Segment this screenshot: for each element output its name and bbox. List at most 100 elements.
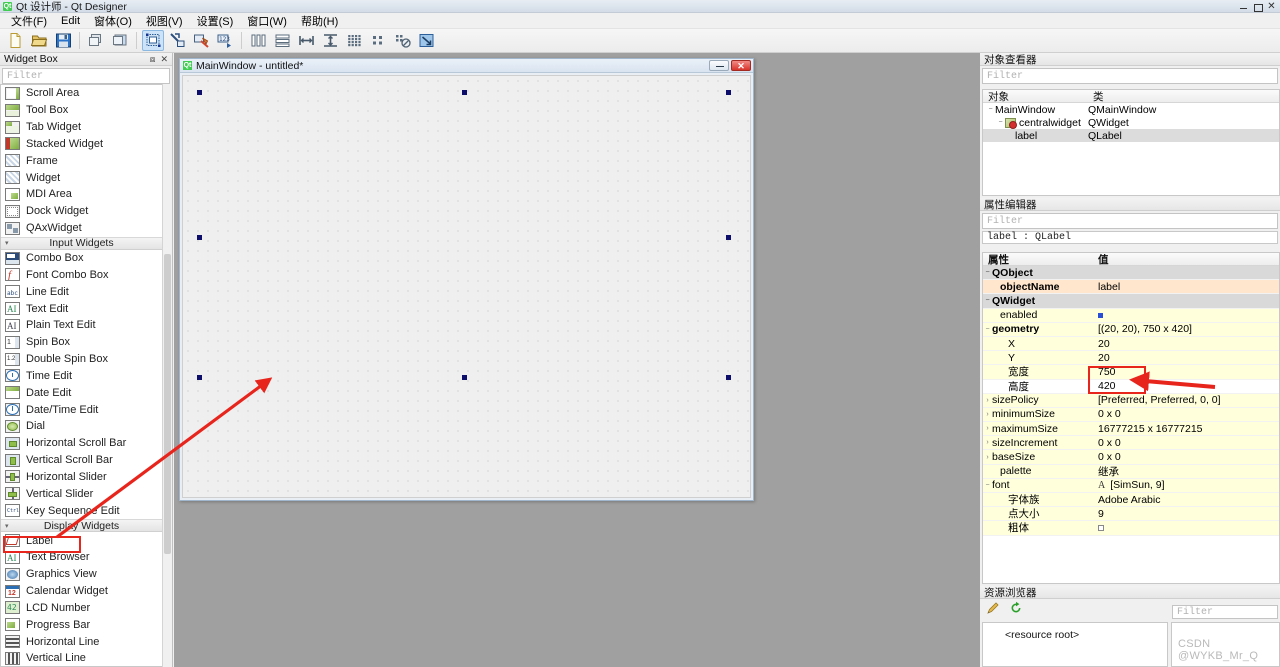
widget-box-item-text-browser[interactable]: AI Text Browser [1,549,162,566]
toolbar-button-edit-widgets[interactable] [142,30,164,51]
property-value-cell[interactable]: [Preferred, Preferred, 0, 0] [1093,394,1279,406]
widget-box-item-progress-bar[interactable]: Progress Bar [1,616,162,633]
widget-box-item-date-edit[interactable]: Date Edit [1,384,162,401]
reload-icon[interactable] [1009,601,1023,615]
property-row-baseSize[interactable]: › baseSize 0 x 0 [983,450,1279,465]
widget-box-item-text-edit[interactable]: AI Text Edit [1,300,162,317]
property-row-点大小[interactable]: 点大小 9 [983,507,1279,522]
tree-expander-icon[interactable]: − [983,297,992,304]
tree-expander-icon[interactable]: − [996,119,1005,126]
widget-box-item-stacked-widget[interactable]: Stacked Widget [1,136,162,153]
property-value-cell[interactable]: 20 [1093,352,1279,364]
window-close-button[interactable]: ✕ [1265,1,1278,12]
resource-browser-filter-input[interactable]: Filter [1172,605,1278,619]
widget-box-item-time-edit[interactable]: Time Edit [1,368,162,385]
selection-handle-6[interactable] [197,375,202,380]
property-value-cell[interactable] [1093,524,1279,531]
property-value-cell[interactable]: 9 [1093,508,1279,520]
toolbar-button-break-layout[interactable] [391,30,413,51]
menu-item-1[interactable]: 文件(F) [4,12,54,30]
property-value-cell[interactable]: A [SimSun, 9] [1093,479,1279,491]
property-row-sizeIncrement[interactable]: › sizeIncrement 0 x 0 [983,436,1279,451]
form-window[interactable]: Qt MainWindow - untitled* ✕ [179,58,754,501]
window-maximize-button[interactable] [1251,1,1264,12]
property-row-minimumSize[interactable]: › minimumSize 0 x 0 [983,407,1279,423]
property-value-cell[interactable]: 继承 [1093,464,1279,479]
selection-handle-4[interactable] [197,235,202,240]
toolbar-button-edit-buddies[interactable] [190,30,212,51]
property-row-maximumSize[interactable]: › maximumSize 16777215 x 16777215 [983,422,1279,437]
widget-box-item-horizontal-slider[interactable]: Horizontal Slider [1,469,162,486]
property-row-宽度[interactable]: 宽度 750 [983,365,1279,380]
property-editor-table[interactable]: 属性 值 − QObject objectName label − QWidget enab… [982,252,1280,584]
property-row-geometry[interactable]: − geometry [(20, 20), 750 x 420] [983,322,1279,337]
property-value-cell[interactable]: Adobe Arabic [1093,494,1279,506]
checkbox-checked-icon[interactable] [1098,312,1103,318]
form-minimize-button[interactable] [709,60,729,71]
toolbar-button-save[interactable] [52,30,74,51]
checkbox-unchecked-icon[interactable] [1098,524,1104,531]
undock-icon[interactable]: ⧈ [150,54,156,65]
tree-expander-icon[interactable]: − [983,326,992,333]
toolbar-button-adjust-size[interactable] [415,30,437,51]
tree-expander-icon[interactable]: › [983,425,992,432]
widget-box-scrollbar[interactable] [162,84,172,667]
widget-box-item-spin-box[interactable]: 1 Spin Box [1,334,162,351]
toolbar-button-redo[interactable] [109,30,131,51]
selection-handle-8[interactable] [726,375,731,380]
property-row-sizePolicy[interactable]: › sizePolicy [Preferred, Preferred, 0, 0] [983,393,1279,408]
selection-handle-7[interactable] [462,375,467,380]
widget-box-item-lcd-number[interactable]: 42 LCD Number [1,599,162,616]
property-value-cell[interactable]: 16777215 x 16777215 [1093,423,1279,435]
toolbar-button-edit-signals-slots[interactable] [166,30,188,51]
widget-box-item-line-edit[interactable]: abc Line Edit [1,283,162,300]
menu-item-4[interactable]: 视图(V) [139,12,190,30]
property-value-cell[interactable]: 420 [1093,380,1279,392]
widget-box-item-mdi-area[interactable]: MDI Area [1,186,162,203]
widget-box-category-display-widgets[interactable]: ▾ Display Widgets [1,519,162,533]
widget-box-item-vertical-line[interactable]: Vertical Line [1,650,162,666]
property-row-字体族[interactable]: 字体族 Adobe Arabic [983,493,1279,508]
widget-box-item-dock-widget[interactable]: Dock Widget [1,203,162,220]
property-row-粗体[interactable]: 粗体 [983,521,1279,536]
widget-box-item-scroll-area[interactable]: Scroll Area [1,85,162,102]
tree-expander-icon[interactable]: › [983,454,992,461]
widget-box-item-label[interactable]: Label [1,532,162,549]
widget-box-item-tool-box[interactable]: Tool Box [1,102,162,119]
selection-handle-1[interactable] [197,90,202,95]
tree-expander-icon[interactable]: › [983,439,992,446]
property-row-objectName[interactable]: objectName label [983,280,1279,295]
widget-box-item-key-sequence-edit[interactable]: Ctrl Key Sequence Edit [1,502,162,519]
widget-box-item-graphics-view[interactable]: Graphics View [1,566,162,583]
widget-box-item-widget[interactable]: Widget [1,169,162,186]
widget-box-category-input-widgets[interactable]: ▾ Input Widgets [1,236,162,250]
resource-preview-list[interactable]: CSDN @WYKB_Mr_Q [1171,622,1280,667]
tree-expander-icon[interactable]: − [983,482,992,489]
toolbar-button-layout-horizontally[interactable] [247,30,269,51]
property-editor-filter-input[interactable]: Filter [982,213,1278,229]
widget-box-item-horizontal-scroll-bar[interactable]: Horizontal Scroll Bar [1,435,162,452]
widget-box-item-frame[interactable]: Frame [1,152,162,169]
object-inspector-filter-input[interactable]: Filter [982,68,1278,84]
property-value-cell[interactable]: 750 [1093,366,1279,378]
property-value-cell[interactable]: 0 x 0 [1093,437,1279,449]
property-row-高度[interactable]: 高度 420 [983,379,1279,394]
menu-item-2[interactable]: Edit [54,14,87,28]
close-icon[interactable]: ✕ [160,54,168,65]
widget-box-item-combo-box[interactable]: Combo Box [1,250,162,267]
object-inspector-row[interactable]: label QLabel [983,129,1279,142]
widget-box-item-vertical-slider[interactable]: Vertical Slider [1,485,162,502]
property-row-Y[interactable]: Y 20 [983,351,1279,366]
tree-expander-icon[interactable]: › [983,397,992,404]
property-value-cell[interactable]: 0 x 0 [1093,408,1279,420]
toolbar-button-new-form[interactable] [4,30,26,51]
widget-box-item-font-combo-box[interactable]: f Font Combo Box [1,266,162,283]
menu-item-7[interactable]: 帮助(H) [294,12,345,30]
object-inspector-tree[interactable]: 对象 类 − MainWindow QMainWindow − centralwidge… [982,89,1280,196]
property-value-cell[interactable]: [(20, 20), 750 x 420] [1093,323,1279,335]
object-inspector-row[interactable]: − MainWindow QMainWindow [983,103,1279,116]
widget-box-scrollbar-thumb[interactable] [164,254,171,554]
widget-box-item-qaxwidget[interactable]: QAxWidget [1,220,162,237]
toolbar-button-layout-form[interactable] [367,30,389,51]
menu-item-6[interactable]: 窗口(W) [240,12,294,30]
